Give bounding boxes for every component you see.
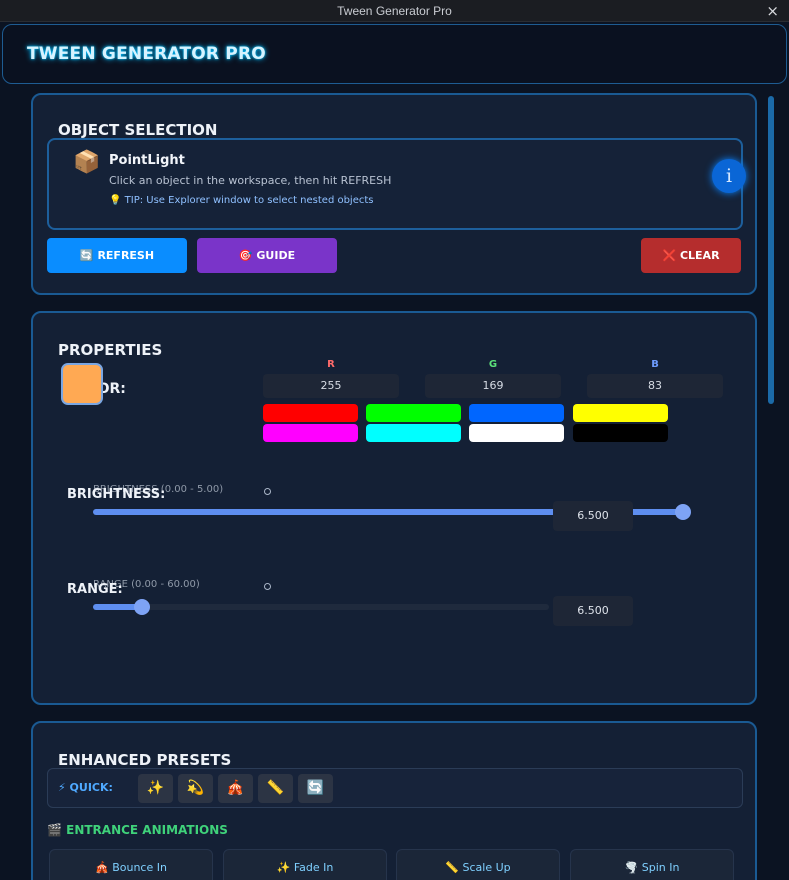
selected-object-name: PointLight xyxy=(109,153,185,168)
range-slider-track[interactable] xyxy=(93,604,549,610)
preset-color-cyan[interactable] xyxy=(366,424,461,442)
presets-panel: ENHANCED PRESETS ⚡ QUICK: ✨ 💫 🎪 📏 🔄 🎬 EN… xyxy=(31,721,757,880)
quick-label: ⚡ QUICK: xyxy=(58,781,113,794)
brightness-value-input[interactable]: 6.500 xyxy=(553,501,633,531)
range-label: RANGE: xyxy=(67,582,123,597)
preset-fade-in[interactable]: ✨ Fade In xyxy=(223,849,387,880)
selection-hint: Click an object in the workspace, then h… xyxy=(109,174,392,187)
info-icon[interactable]: i xyxy=(712,159,746,193)
preset-label: 🌪️ Spin In xyxy=(624,861,680,874)
preset-label: 🎪 Bounce In xyxy=(95,861,167,874)
object-selection-panel: OBJECT SELECTION 📦 PointLight Click an o… xyxy=(31,93,757,295)
green-input[interactable]: 169 xyxy=(425,374,561,398)
red-input[interactable]: 255 xyxy=(263,374,399,398)
quick-sparkle-button[interactable]: ✨ xyxy=(138,774,173,803)
quick-presets-bar: ⚡ QUICK: ✨ 💫 🎪 📏 🔄 xyxy=(47,768,743,808)
window-titlebar: Tween Generator Pro × xyxy=(0,0,789,22)
quick-ruler-button[interactable]: 📏 xyxy=(258,774,293,803)
preset-label: 📏 Scale Up xyxy=(445,861,511,874)
scrollbar-thumb[interactable] xyxy=(768,96,774,404)
color-swatch[interactable] xyxy=(61,363,103,405)
close-icon[interactable]: × xyxy=(766,2,779,20)
preset-spin-in[interactable]: 🌪️ Spin In xyxy=(570,849,734,880)
object-selection-title: OBJECT SELECTION xyxy=(58,121,218,139)
quick-dizzy-button[interactable]: 💫 xyxy=(178,774,213,803)
quick-repeat-button[interactable]: 🔄 xyxy=(298,774,333,803)
selection-tip: 💡 TIP: Use Explorer window to select nes… xyxy=(109,195,374,206)
range-value-input[interactable]: 6.500 xyxy=(553,596,633,626)
properties-title: PROPERTIES xyxy=(58,341,163,359)
range-slider-handle[interactable] xyxy=(134,599,151,615)
preset-scale-up[interactable]: 📏 Scale Up xyxy=(396,849,560,880)
green-channel-label: G xyxy=(488,359,498,370)
package-icon: 📦 xyxy=(73,150,101,175)
preset-color-red[interactable] xyxy=(263,404,358,422)
preset-color-white[interactable] xyxy=(469,424,564,442)
presets-title: ENHANCED PRESETS xyxy=(58,751,232,769)
properties-panel: PROPERTIES COLOR: R G B 255 169 83 BRIGH… xyxy=(31,311,757,705)
app-header: TWEEN GENERATOR PRO xyxy=(2,24,787,84)
brightness-label: BRIGHTNESS: xyxy=(67,487,166,502)
blue-input[interactable]: 83 xyxy=(587,374,723,398)
quick-circus-button[interactable]: 🎪 xyxy=(218,774,253,803)
preset-label: ✨ Fade In xyxy=(276,861,334,874)
preset-bounce-in[interactable]: 🎪 Bounce In xyxy=(49,849,213,880)
app-title: TWEEN GENERATOR PRO xyxy=(27,44,266,64)
selected-object-card: 📦 PointLight Click an object in the work… xyxy=(47,138,746,230)
preset-color-magenta[interactable] xyxy=(263,424,358,442)
brightness-slider-handle[interactable] xyxy=(675,504,691,520)
preset-color-blue[interactable] xyxy=(469,404,564,422)
refresh-button[interactable]: 🔄 REFRESH xyxy=(47,238,187,273)
entrance-animations-label: 🎬 ENTRANCE ANIMATIONS xyxy=(47,823,228,837)
brightness-indicator-dot xyxy=(264,488,271,495)
range-indicator-dot xyxy=(264,583,271,590)
blue-channel-label: B xyxy=(651,359,659,370)
guide-button[interactable]: 🎯 GUIDE xyxy=(197,238,337,273)
red-channel-label: R xyxy=(327,359,335,370)
window-title: Tween Generator Pro xyxy=(337,4,452,18)
preset-color-black[interactable] xyxy=(573,424,668,442)
preset-color-green[interactable] xyxy=(366,404,461,422)
preset-color-yellow[interactable] xyxy=(573,404,668,422)
clear-button[interactable]: ❌ CLEAR xyxy=(641,238,741,273)
